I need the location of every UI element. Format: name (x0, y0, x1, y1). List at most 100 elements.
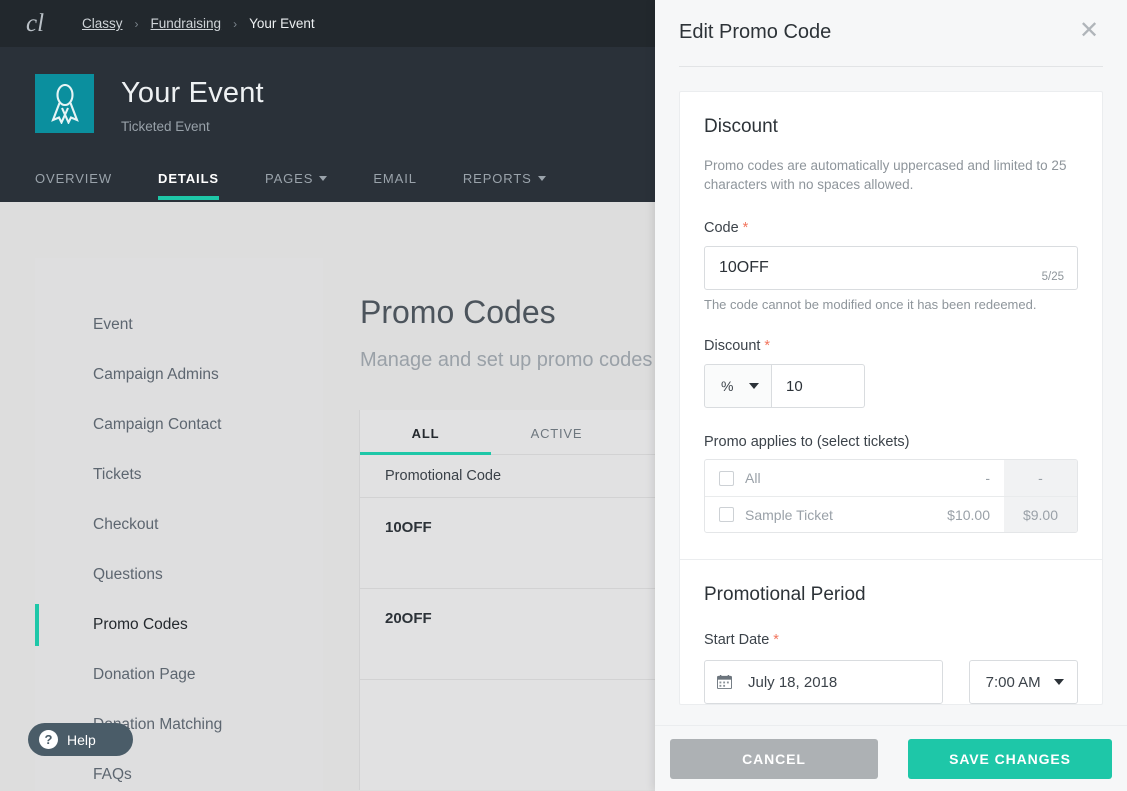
sidebar-item-questions[interactable]: Questions (35, 550, 323, 600)
sidebar-item-promo-codes[interactable]: Promo Codes (35, 600, 323, 650)
tab-email[interactable]: EMAIL (373, 159, 417, 200)
required-asterisk: * (773, 632, 779, 648)
sidebar-item-event[interactable]: Event (35, 300, 323, 350)
tab-email-label: EMAIL (373, 171, 417, 186)
breadcrumb-item-current: Your Event (249, 16, 315, 31)
promo-code-value: 20OFF (385, 610, 432, 627)
code-input-value: 10OFF (719, 259, 769, 277)
close-icon[interactable]: ✕ (1077, 20, 1101, 44)
ticket-discounted-price: $9.00 (1004, 497, 1077, 533)
start-time-value: 7:00 AM (986, 674, 1041, 691)
sidebar-item-campaign-contact[interactable]: Campaign Contact (35, 400, 323, 450)
promotional-period-section: Promotional Period Start Date* (680, 560, 1102, 704)
modal-header: Edit Promo Code ✕ (655, 0, 1127, 66)
sidebar-item-tickets[interactable]: Tickets (35, 450, 323, 500)
discount-note: Promo codes are automatically uppercased… (704, 156, 1078, 194)
discount-type-select[interactable]: % (704, 364, 772, 408)
tab-reports-label: REPORTS (463, 171, 532, 186)
breadcrumb-item-classy[interactable]: Classy (82, 16, 123, 31)
sidebar-item-label: FAQs (93, 766, 132, 784)
tickets-label: Promo applies to (select tickets) (704, 434, 1078, 450)
tab-details[interactable]: DETAILS (158, 159, 219, 200)
sidebar-item-label: Questions (93, 566, 163, 584)
sidebar: Event Campaign Admins Campaign Contact T… (35, 258, 323, 791)
discount-heading: Discount (704, 116, 1078, 138)
main-tabs: OVERVIEW DETAILS PAGES EMAIL REPORTS (35, 159, 592, 200)
discount-section: Discount Promo codes are automatically u… (680, 92, 1102, 533)
help-button[interactable]: ? Help (28, 723, 133, 756)
ticket-price: - (918, 470, 1004, 486)
start-time-select[interactable]: 7:00 AM (969, 660, 1078, 704)
tab-overview[interactable]: OVERVIEW (35, 159, 112, 200)
tab-pages-label: PAGES (265, 171, 313, 186)
sidebar-item-checkout[interactable]: Checkout (35, 500, 323, 550)
discount-type-value: % (721, 378, 733, 394)
ticket-name: Sample Ticket (745, 507, 918, 523)
tab-reports[interactable]: REPORTS (463, 159, 546, 200)
ticket-row-all[interactable]: All - - (705, 460, 1077, 496)
ticket-discounted-price: - (1004, 460, 1077, 496)
column-header-promotional-code: Promotional Code (385, 468, 501, 484)
ticket-price: $10.00 (918, 507, 1004, 523)
tab-all-label: ALL (412, 426, 440, 441)
tab-pages[interactable]: PAGES (265, 159, 327, 200)
tab-all[interactable]: ALL (360, 410, 491, 454)
code-character-count: 5/25 (1042, 271, 1064, 283)
sidebar-item-faqs[interactable]: FAQs (35, 750, 323, 791)
question-mark-icon: ? (39, 730, 58, 749)
code-label-text: Code (704, 220, 739, 236)
cl-logo-icon[interactable]: cl (26, 11, 82, 36)
tab-overview-label: OVERVIEW (35, 171, 112, 186)
tab-details-label: DETAILS (158, 171, 219, 186)
tab-active-label: ACTIVE (531, 426, 583, 441)
save-changes-button[interactable]: SAVE CHANGES (908, 739, 1112, 779)
calendar-icon (717, 675, 732, 689)
code-hint: The code cannot be modified once it has … (704, 297, 1078, 312)
sidebar-item-campaign-admins[interactable]: Campaign Admins (35, 350, 323, 400)
chevron-down-icon (319, 176, 327, 181)
breadcrumb: Classy › Fundraising › Your Event (82, 16, 315, 31)
discount-label: Discount* (704, 338, 1078, 354)
event-logo (35, 74, 94, 133)
breadcrumb-item-fundraising[interactable]: Fundraising (151, 16, 222, 31)
ticket-name: All (745, 470, 918, 486)
sidebar-item-label: Tickets (93, 466, 142, 484)
discount-amount-value: 10 (786, 378, 803, 395)
page-title: Your Event (121, 77, 264, 110)
edit-promo-code-modal: Edit Promo Code ✕ Discount Promo codes a… (655, 0, 1127, 791)
chevron-down-icon (538, 176, 546, 181)
chevron-down-icon (1054, 679, 1064, 685)
tickets-table: All - - Sample Ticket $10.00 $9.00 (704, 459, 1078, 533)
event-subtitle: Ticketed Event (121, 119, 210, 134)
tab-active[interactable]: ACTIVE (491, 410, 622, 454)
promotional-period-heading: Promotional Period (704, 584, 1078, 606)
discount-label-text: Discount (704, 338, 760, 354)
start-date-value: July 18, 2018 (748, 674, 837, 691)
checkbox-sample-ticket[interactable] (719, 507, 734, 522)
modal-title: Edit Promo Code (679, 21, 831, 44)
start-date-input[interactable]: July 18, 2018 (704, 660, 943, 704)
discount-amount-input[interactable]: 10 (772, 364, 865, 408)
chevron-right-icon: › (233, 17, 237, 31)
app-root: cl Classy › Fundraising › Your Event You… (0, 0, 1127, 791)
sidebar-item-label: Event (93, 316, 133, 334)
modal-body: Discount Promo codes are automatically u… (655, 67, 1127, 725)
sidebar-item-label: Campaign Admins (93, 366, 219, 384)
modal-footer: CANCEL SAVE CHANGES (655, 725, 1127, 791)
sidebar-item-label: Donation Page (93, 666, 196, 684)
sidebar-item-label: Campaign Contact (93, 416, 221, 434)
modal-card: Discount Promo codes are automatically u… (679, 91, 1103, 705)
code-label: Code* (704, 220, 1078, 236)
promo-codes-title: Promo Codes (360, 294, 556, 331)
sidebar-item-label: Checkout (93, 516, 158, 534)
chevron-down-icon (749, 383, 759, 389)
sidebar-item-donation-page[interactable]: Donation Page (35, 650, 323, 700)
start-date-label: Start Date* (704, 632, 1078, 648)
required-asterisk: * (743, 220, 749, 236)
checkbox-all[interactable] (719, 471, 734, 486)
code-input[interactable]: 10OFF 5/25 (704, 246, 1078, 290)
cancel-button[interactable]: CANCEL (670, 739, 878, 779)
promo-codes-subtitle: Manage and set up promo codes (360, 349, 652, 372)
ticket-row-sample[interactable]: Sample Ticket $10.00 $9.00 (705, 496, 1077, 532)
sidebar-item-label: Promo Codes (93, 616, 188, 634)
